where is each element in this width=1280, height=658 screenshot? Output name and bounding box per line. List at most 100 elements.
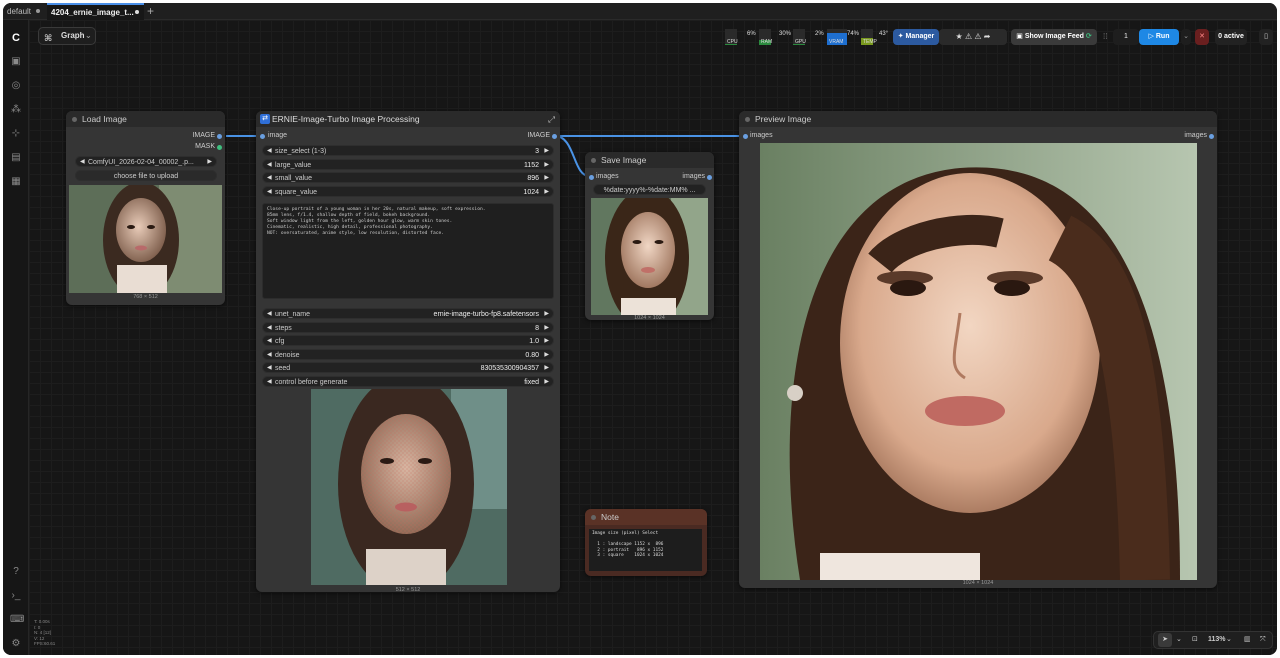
comfy-logo-icon[interactable]: C [10, 32, 22, 44]
widget-seed[interactable]: ◀ seed 830535300904357 ▶ [262, 362, 554, 373]
arrow-left-icon[interactable]: ◀ [267, 146, 272, 157]
show-image-feed-button[interactable]: ▣ Show Image Feed ⟳ [1011, 29, 1097, 45]
output-image-dot[interactable] [552, 134, 557, 139]
input-images-dot[interactable] [743, 134, 748, 139]
node-header[interactable]: Save Image [585, 152, 714, 168]
output-mask-slot[interactable]: MASK [195, 142, 215, 152]
preview-image-node[interactable]: Preview Image images images 1024 × 1024 [739, 111, 1217, 588]
minimap-icon[interactable]: ▥ [1244, 632, 1251, 648]
arrow-right-icon[interactable]: ▶ [544, 363, 549, 374]
images-icon[interactable]: ▣ [10, 56, 22, 68]
arrow-right-icon[interactable]: ▶ [544, 187, 549, 198]
select-pointer-icon[interactable]: ➤ [1158, 633, 1172, 647]
queue-count-input[interactable]: 1 [1113, 29, 1139, 45]
output-image-slot[interactable]: IMAGE [192, 131, 215, 141]
new-tab-plus-icon[interactable]: + [147, 3, 154, 20]
output-images-dot[interactable] [1209, 134, 1214, 139]
drag-handle-icon[interactable]: ⁞⁞ [1103, 32, 1107, 41]
arrow-right-icon[interactable]: ▶ [544, 350, 549, 361]
note-text[interactable]: Image size (pixel) Select 1 : landscape … [589, 529, 702, 571]
output-image-slot[interactable]: IMAGE [527, 131, 550, 141]
alert2-icon[interactable]: ⚠ [974, 32, 981, 41]
link-visibility-icon[interactable]: ⤧ [1260, 632, 1266, 648]
active-queue-button[interactable]: 0 active [1215, 29, 1247, 45]
fit-view-icon[interactable]: ⊡ [1192, 632, 1198, 648]
prompt-textarea[interactable]: Close-up portrait of a young woman in he… [262, 203, 554, 299]
workflows-icon[interactable]: ⊹ [10, 128, 22, 140]
keyboard-icon[interactable]: ⌨ [10, 614, 24, 626]
arrow-left-icon[interactable]: ◀ [267, 173, 272, 184]
widget-denoise[interactable]: ◀ denoise 0.80 ▶ [262, 348, 554, 361]
input-images-dot[interactable] [589, 175, 594, 180]
load-image-node[interactable]: Load Image IMAGE MASK ◀ ComfyUI_2026-02-0… [66, 111, 225, 305]
arrow-left-icon[interactable]: ◀ [267, 323, 272, 334]
alert-icon[interactable]: ⚠ [965, 32, 972, 41]
share-icon[interactable]: ➦ [984, 32, 991, 41]
node-header[interactable]: Note [585, 509, 707, 525]
input-image-slot[interactable]: image [268, 131, 287, 141]
arrow-right-icon[interactable]: ▶ [544, 173, 549, 184]
arrow-right-icon[interactable]: ▶ [544, 146, 549, 157]
zoom-level[interactable]: 113% [1208, 632, 1226, 648]
star-icon[interactable]: ★ [956, 32, 963, 41]
arrow-right-icon[interactable]: ▶ [544, 377, 549, 388]
arrow-left-icon[interactable]: ◀ [267, 187, 272, 198]
models-icon[interactable]: ⁂ [10, 104, 22, 116]
chevron-down-icon[interactable]: ⌄ [1176, 632, 1182, 648]
widget-small-value[interactable]: ◀ small_value 896 ▶ [262, 172, 554, 183]
nodes-icon[interactable]: ◎ [10, 80, 22, 92]
ernie-processing-node[interactable]: ⇄ ERNIE-Image-Turbo Image Processing ⤢ ima… [256, 111, 560, 593]
output-images-slot[interactable]: images [682, 172, 705, 182]
widget-square-value[interactable]: ◀ square_value 1024 ▶ [262, 185, 554, 198]
output-images-slot[interactable]: images [1184, 131, 1207, 141]
templates-icon[interactable]: ▤ [10, 152, 22, 164]
tab-default[interactable]: default [3, 3, 47, 20]
run-options-chevron-icon[interactable]: ⌄ [1181, 29, 1191, 45]
cancel-x-icon[interactable]: ✕ [1195, 29, 1209, 45]
help-icon[interactable]: ? [10, 566, 22, 578]
queue-icon[interactable]: ▦ [10, 176, 22, 188]
output-images-dot[interactable] [707, 175, 712, 180]
widget-size-select-1-3-[interactable]: ◀ size_select (1-3) 3 ▶ [262, 145, 554, 156]
arrow-right-icon[interactable]: ▶ [207, 157, 212, 168]
terminal-icon[interactable]: ›_ [10, 590, 22, 602]
node-header[interactable]: Load Image [66, 111, 225, 127]
input-images-slot[interactable]: images [750, 131, 773, 141]
manager-button[interactable]: ✦ Manager [893, 29, 939, 45]
output-mask-dot[interactable] [217, 145, 222, 150]
node-header[interactable]: ⇄ ERNIE-Image-Turbo Image Processing ⤢ [256, 111, 560, 127]
widget-unet-name[interactable]: ◀ unet_name ernie-image-turbo-fp8.safetens… [262, 308, 554, 319]
output-image-dot[interactable] [217, 134, 222, 139]
arrow-left-icon[interactable]: ◀ [267, 160, 272, 171]
arrow-left-icon[interactable]: ◀ [267, 377, 272, 388]
note-node[interactable]: Note Image size (pixel) Select 1 : lands… [585, 509, 707, 576]
run-button[interactable]: ▷ Run [1139, 29, 1179, 45]
input-images-slot[interactable]: images [596, 172, 619, 182]
widget-control-before-generate[interactable]: ◀ control before generate fixed ▶ [262, 375, 554, 388]
chevron-down-icon[interactable]: ⌄ [1226, 632, 1232, 648]
graph-menu-button[interactable]: ⌘ Graph ⌄ [38, 27, 96, 45]
arrow-left-icon[interactable]: ◀ [267, 363, 272, 374]
arrow-right-icon[interactable]: ▶ [544, 160, 549, 171]
widget-label: denoise [275, 351, 300, 359]
arrow-right-icon[interactable]: ▶ [544, 323, 549, 334]
expand-icon[interactable]: ⤢ [548, 111, 555, 127]
upload-button[interactable]: choose file to upload [75, 170, 217, 181]
image-file-select[interactable]: ◀ ComfyUI_2026-02-04_00002_.p... ▶ [75, 156, 217, 167]
arrow-left-icon[interactable]: ◀ [267, 309, 272, 320]
arrow-left-icon[interactable]: ◀ [80, 157, 85, 168]
panel-toggle-icon[interactable]: ▯ [1259, 29, 1273, 45]
widget-large-value[interactable]: ◀ large_value 1152 ▶ [262, 158, 554, 171]
arrow-left-icon[interactable]: ◀ [267, 350, 272, 361]
node-header[interactable]: Preview Image [739, 111, 1217, 127]
widget-cfg[interactable]: ◀ cfg 1.0 ▶ [262, 335, 554, 346]
arrow-right-icon[interactable]: ▶ [544, 309, 549, 320]
settings-gear-icon[interactable]: ⚙ [10, 638, 22, 650]
filename-prefix-input[interactable]: %date:yyyy%-%date:MM% ... [593, 184, 706, 195]
save-image-node[interactable]: Save Image images images %date:yyyy%-%da… [585, 152, 714, 321]
arrow-left-icon[interactable]: ◀ [267, 336, 272, 347]
tab-workflow[interactable]: 4204_ernie_image_t... [47, 3, 144, 20]
widget-steps[interactable]: ◀ steps 8 ▶ [262, 321, 554, 334]
input-image-dot[interactable] [260, 134, 265, 139]
arrow-right-icon[interactable]: ▶ [544, 336, 549, 347]
